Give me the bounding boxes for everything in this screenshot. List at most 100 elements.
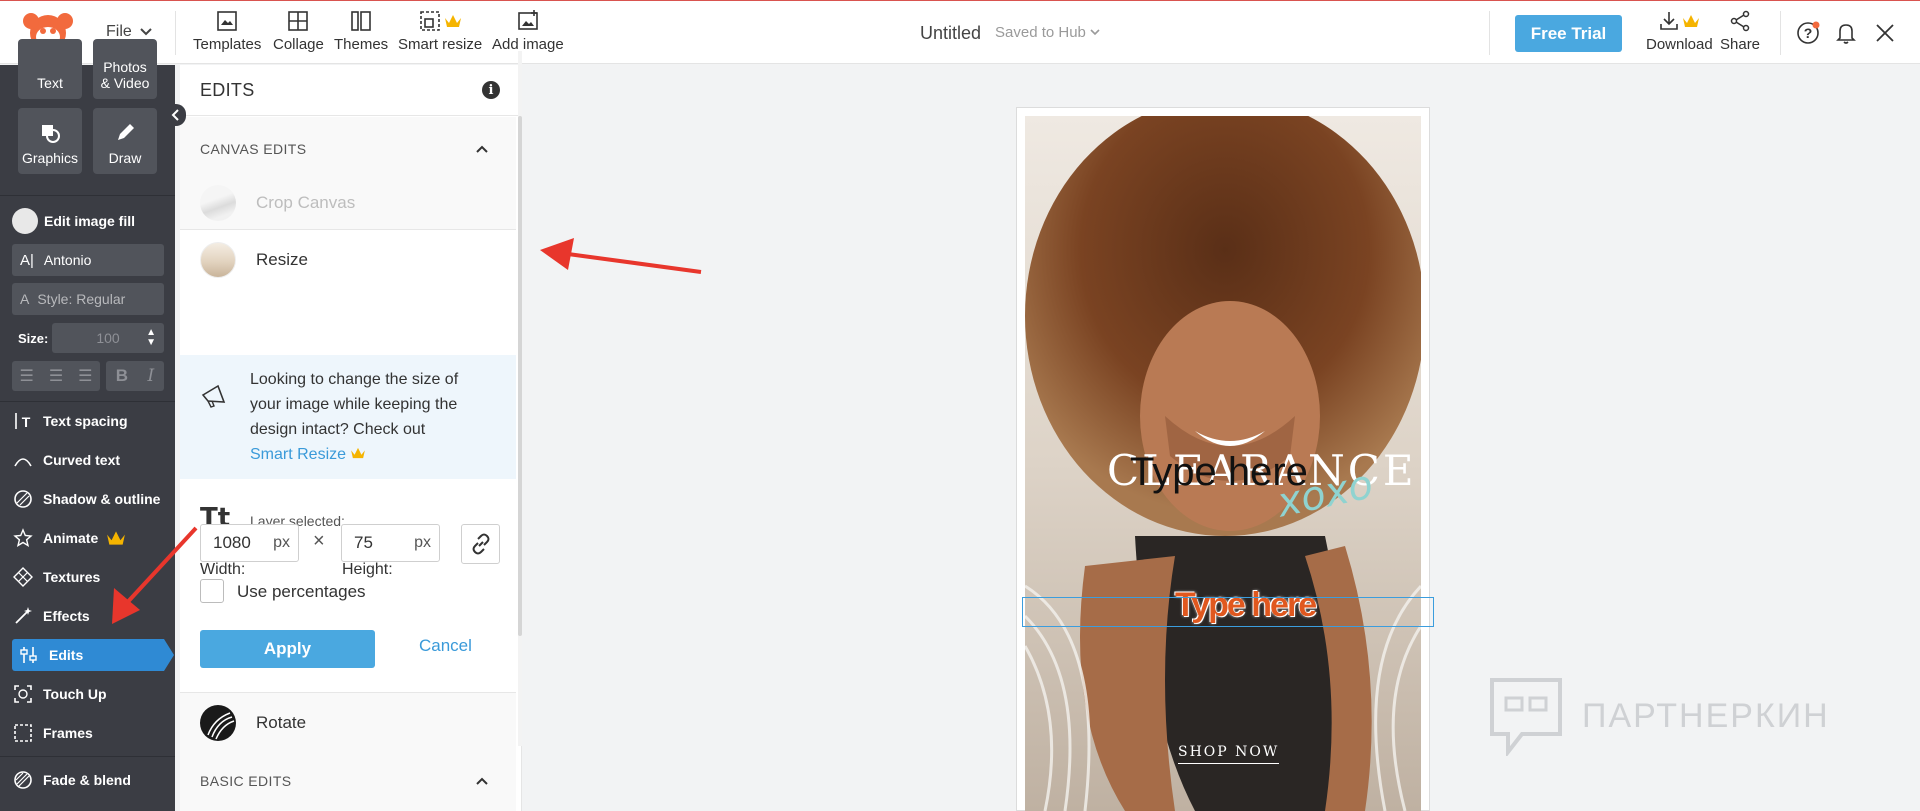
smart-resize-link[interactable]: Smart Resize bbox=[250, 446, 346, 463]
document-title[interactable]: Untitled bbox=[920, 23, 981, 44]
rotate-label: Rotate bbox=[256, 713, 307, 732]
smart-resize-label: Smart resize bbox=[398, 36, 483, 53]
smart-resize-icon bbox=[420, 11, 440, 31]
text-spacing-icon: T bbox=[12, 410, 34, 432]
height-input[interactable]: 75 px bbox=[341, 524, 440, 562]
chevron-left-icon bbox=[171, 109, 179, 121]
sidebar-item-textures[interactable]: Textures bbox=[12, 561, 164, 593]
sidebar-item-effects[interactable]: Effects bbox=[12, 600, 164, 632]
sidebar-item-animate[interactable]: Animate bbox=[12, 522, 164, 554]
themes-button[interactable]: Themes bbox=[334, 9, 388, 53]
sidebar-item-frames[interactable]: Frames bbox=[12, 717, 164, 749]
close-button[interactable] bbox=[1871, 19, 1899, 47]
align-right-icon[interactable]: ☰ bbox=[78, 366, 92, 386]
align-left-icon[interactable]: ☰ bbox=[19, 366, 33, 386]
canvas-edits-section-header[interactable]: CANVAS EDITS bbox=[180, 117, 516, 177]
crop-canvas-label: Crop Canvas bbox=[256, 193, 356, 212]
smart-resize-button[interactable]: Smart resize bbox=[398, 9, 482, 53]
font-name: Antonio bbox=[43, 252, 92, 268]
sidebar-item-text-spacing[interactable]: T Text spacing bbox=[12, 405, 164, 437]
frame-icon bbox=[12, 722, 34, 744]
share-label: Share bbox=[1720, 36, 1761, 53]
lock-aspect-button[interactable] bbox=[461, 524, 500, 564]
resize-item[interactable]: Resize bbox=[180, 230, 516, 290]
chevron-up-icon bbox=[476, 777, 488, 785]
collage-button[interactable]: Collage bbox=[273, 9, 324, 53]
sidebar-item-label: Curved text bbox=[43, 452, 121, 468]
edits-title: EDITS bbox=[200, 80, 255, 100]
stepper-arrows-icon[interactable]: ▲ ▼ bbox=[146, 328, 156, 348]
size-label: Size: bbox=[18, 330, 49, 346]
annotation-arrow-icon bbox=[540, 238, 702, 274]
watermark-logo-icon bbox=[1490, 678, 1562, 756]
templates-label: Templates bbox=[193, 36, 262, 53]
divider bbox=[0, 401, 175, 402]
draw-tile[interactable]: Draw bbox=[93, 108, 157, 174]
crop-canvas-item[interactable]: Crop Canvas bbox=[180, 177, 516, 229]
help-button[interactable]: ? bbox=[1794, 19, 1822, 47]
chevron-down-icon bbox=[140, 28, 152, 36]
sidebar-item-edits[interactable]: Edits bbox=[12, 639, 164, 671]
add-image-label: Add image bbox=[492, 36, 564, 53]
style-select[interactable]: A Style: Regular bbox=[12, 283, 164, 315]
sidebar-item-label: Frames bbox=[43, 725, 93, 741]
photos-video-tile[interactable]: Photos & Video bbox=[93, 39, 157, 99]
notifications-button[interactable] bbox=[1832, 19, 1860, 47]
crown-icon bbox=[1683, 15, 1700, 27]
text-tool-tile[interactable]: Text bbox=[18, 39, 82, 99]
themes-label: Themes bbox=[334, 36, 389, 53]
format-controls: ☰ ☰ ☰ B I bbox=[12, 361, 164, 393]
apply-button[interactable]: Apply bbox=[200, 630, 375, 668]
edit-image-fill-button[interactable]: Edit image fill bbox=[12, 205, 164, 237]
panel-scrollbar-thumb[interactable] bbox=[518, 116, 522, 636]
saved-status[interactable]: Saved to Hub bbox=[995, 24, 1100, 41]
crown-icon bbox=[445, 15, 462, 27]
collapse-panel-button[interactable] bbox=[166, 104, 186, 126]
sidebar-item-label: Effects bbox=[43, 608, 90, 624]
draw-label: Draw bbox=[108, 150, 142, 166]
width-label: Width: bbox=[200, 561, 246, 578]
sidebar-item-label: Animate bbox=[43, 530, 99, 546]
rotate-thumb bbox=[200, 705, 236, 741]
add-image-button[interactable]: Add image bbox=[492, 9, 564, 53]
sidebar-item-label: Shadow & outline bbox=[43, 491, 161, 507]
canvas-image[interactable]: CLEARANCE Type here xoxo Type here SHOP … bbox=[1025, 116, 1421, 811]
rotate-item[interactable]: Rotate bbox=[180, 693, 516, 753]
width-unit: px bbox=[273, 534, 290, 551]
share-button[interactable]: Share bbox=[1720, 9, 1760, 53]
cancel-button[interactable]: Cancel bbox=[419, 636, 472, 656]
align-center-icon[interactable]: ☰ bbox=[49, 366, 63, 386]
templates-button[interactable]: Templates bbox=[193, 9, 261, 53]
download-button[interactable]: Download bbox=[1646, 9, 1713, 53]
resize-label: Resize bbox=[256, 250, 308, 269]
sidebar-item-label: Fade & blend bbox=[43, 772, 131, 788]
selection-box[interactable] bbox=[1022, 597, 1434, 627]
size-input[interactable]: 100 ▲ ▼ bbox=[52, 323, 164, 353]
sidebar-item-shadow-outline[interactable]: Shadow & outline bbox=[12, 483, 164, 515]
width-input[interactable]: 1080 px bbox=[200, 524, 299, 562]
sidebar-item-touch-up[interactable]: Touch Up bbox=[12, 678, 164, 710]
basic-edits-section-header[interactable]: BASIC EDITS bbox=[180, 753, 516, 811]
italic-button[interactable]: I bbox=[148, 366, 155, 386]
crop-canvas-thumb bbox=[200, 185, 236, 221]
graphics-tile[interactable]: Graphics bbox=[18, 108, 82, 174]
share-icon bbox=[1730, 10, 1750, 32]
font-select[interactable]: A| Antonio bbox=[12, 244, 164, 276]
face-scan-icon bbox=[12, 683, 34, 705]
bold-button[interactable]: B bbox=[116, 366, 128, 386]
star-icon bbox=[12, 527, 34, 549]
font-icon: A| bbox=[20, 251, 34, 269]
info-icon[interactable]: i bbox=[482, 81, 500, 99]
height-label: Height: bbox=[342, 561, 393, 578]
fade-blend-icon bbox=[12, 769, 34, 791]
use-percentages-checkbox[interactable] bbox=[200, 579, 224, 603]
free-trial-button[interactable]: Free Trial bbox=[1515, 15, 1622, 52]
resize-thumb bbox=[200, 242, 236, 278]
sidebar-item-curved-text[interactable]: Curved text bbox=[12, 444, 164, 476]
sidebar-item-fade-blend[interactable]: Fade & blend bbox=[12, 764, 164, 796]
shop-now-text[interactable]: SHOP NOW bbox=[1178, 744, 1280, 764]
divider bbox=[1780, 11, 1781, 55]
active-indicator-icon bbox=[164, 639, 174, 671]
smart-resize-info-text: Looking to change the size of your image… bbox=[250, 367, 490, 467]
bell-icon bbox=[1836, 24, 1856, 44]
